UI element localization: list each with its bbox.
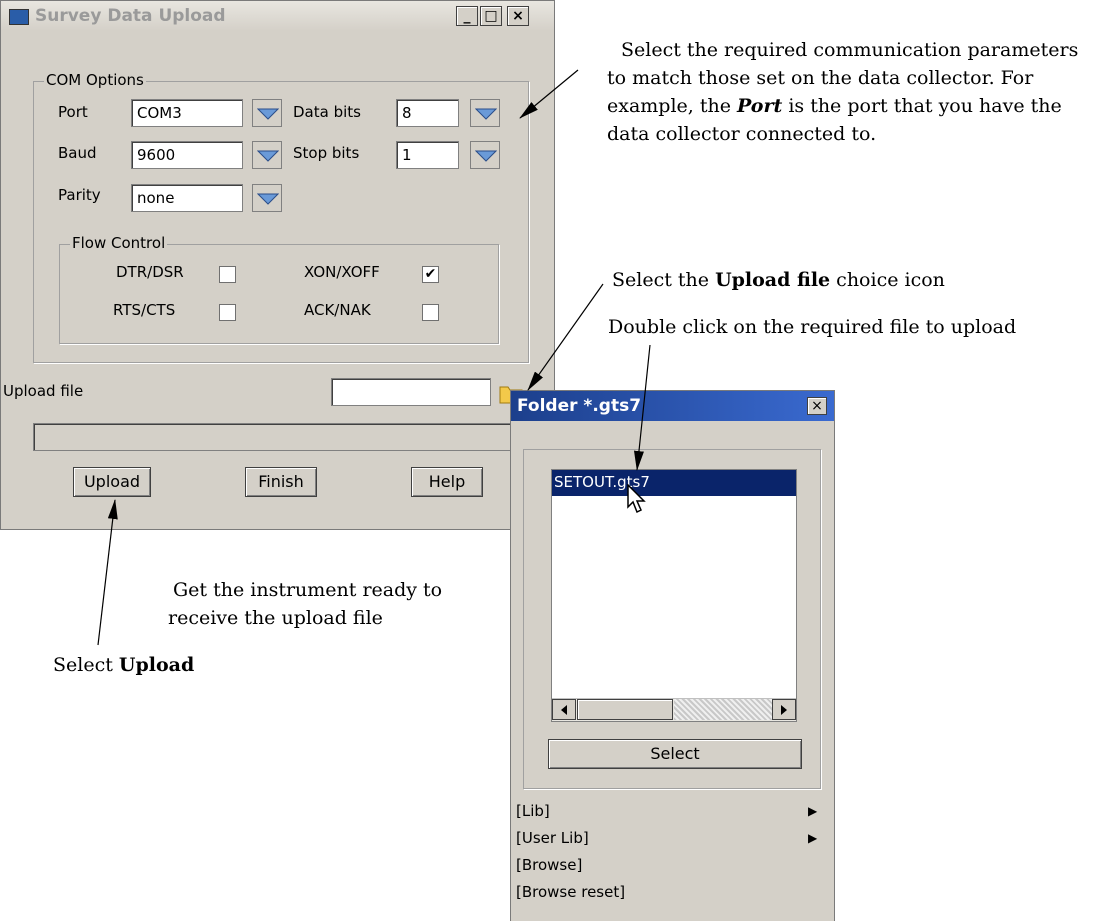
arrow-to-file-item bbox=[633, 344, 651, 471]
annotation-arrows bbox=[97, 69, 651, 646]
arrow-to-upload-button bbox=[97, 499, 118, 646]
arrow-to-com-options bbox=[519, 69, 579, 119]
arrow-to-folder-icon bbox=[527, 283, 604, 391]
